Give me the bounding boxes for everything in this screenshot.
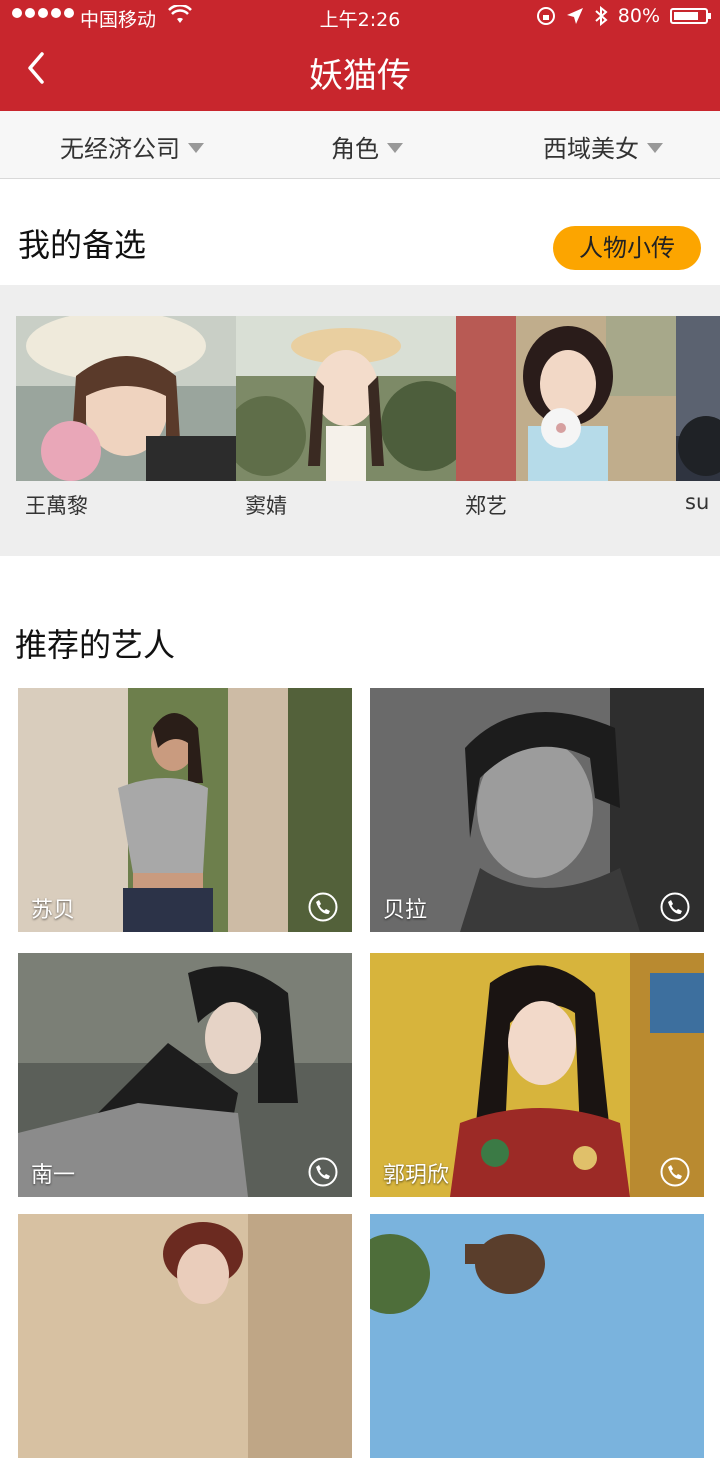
candidate-photo	[226, 316, 471, 481]
filter-character-dropdown[interactable]: 西域美女	[543, 129, 663, 164]
candidate-name: 郑艺	[465, 494, 507, 518]
phone-call-icon[interactable]	[660, 1157, 690, 1187]
location-arrow-icon	[566, 8, 583, 24]
candidate-name: su	[685, 490, 710, 514]
artist-photo	[370, 1214, 704, 1458]
artist-name: 南一	[31, 1163, 76, 1188]
filter-role-label: 角色	[331, 135, 379, 163]
shortlist-item[interactable]: 郑艺	[456, 316, 676, 556]
candidate-name: 窦婧	[245, 494, 287, 518]
artist-name: 郭玥欣	[383, 1163, 450, 1188]
recommended-title: 推荐的艺人	[15, 626, 176, 664]
filter-company-dropdown[interactable]: 无经济公司	[60, 129, 204, 164]
artist-card[interactable]: 苏贝	[18, 688, 352, 932]
candidate-photo	[16, 311, 236, 481]
bluetooth-icon	[595, 6, 608, 26]
filter-bar: 无经济公司 角色 西域美女	[0, 111, 720, 179]
phone-call-icon[interactable]	[308, 892, 338, 922]
page-title: 妖猫传	[309, 56, 411, 96]
artist-card[interactable]	[370, 1214, 704, 1458]
artist-card[interactable]: 贝拉	[370, 688, 704, 932]
dropdown-triangle-icon	[387, 142, 403, 153]
artist-name: 苏贝	[31, 898, 76, 923]
filter-character-label: 西域美女	[543, 135, 639, 163]
navigation-bar: 妖猫传	[0, 34, 720, 111]
shortlist-carousel[interactable]: 王萬黎 窦婧 郑艺 su	[0, 285, 720, 556]
filter-role-dropdown[interactable]: 角色	[331, 129, 403, 164]
artist-photo	[18, 1214, 352, 1458]
shortlist-item[interactable]: 王萬黎	[16, 311, 236, 556]
phone-call-icon[interactable]	[308, 1157, 338, 1187]
artist-card[interactable]	[18, 1214, 352, 1458]
candidate-photo	[676, 316, 720, 481]
shortlist-title: 我的备选	[18, 226, 147, 264]
battery-level-fill	[674, 12, 698, 20]
dropdown-triangle-icon	[647, 142, 663, 153]
dropdown-triangle-icon	[188, 142, 204, 153]
artist-card[interactable]: 南一	[18, 953, 352, 1197]
candidate-photo	[456, 316, 676, 481]
rotation-lock-icon	[536, 7, 555, 25]
status-indicators: 80%	[536, 5, 711, 27]
shortlist-item[interactable]: 窦婧	[226, 316, 471, 556]
status-bar: 中国移动 上午2:26 80%	[0, 0, 720, 34]
shortlist-item[interactable]: su	[676, 316, 720, 556]
battery-icon	[670, 8, 711, 24]
artist-card[interactable]: 郭玥欣	[370, 953, 704, 1197]
phone-call-icon[interactable]	[660, 892, 690, 922]
battery-percent: 80%	[617, 5, 660, 27]
candidate-name: 王萬黎	[25, 494, 88, 518]
character-bio-button[interactable]: 人物小传	[553, 226, 701, 270]
filter-company-label: 无经济公司	[60, 135, 180, 163]
artist-name: 贝拉	[383, 898, 428, 923]
